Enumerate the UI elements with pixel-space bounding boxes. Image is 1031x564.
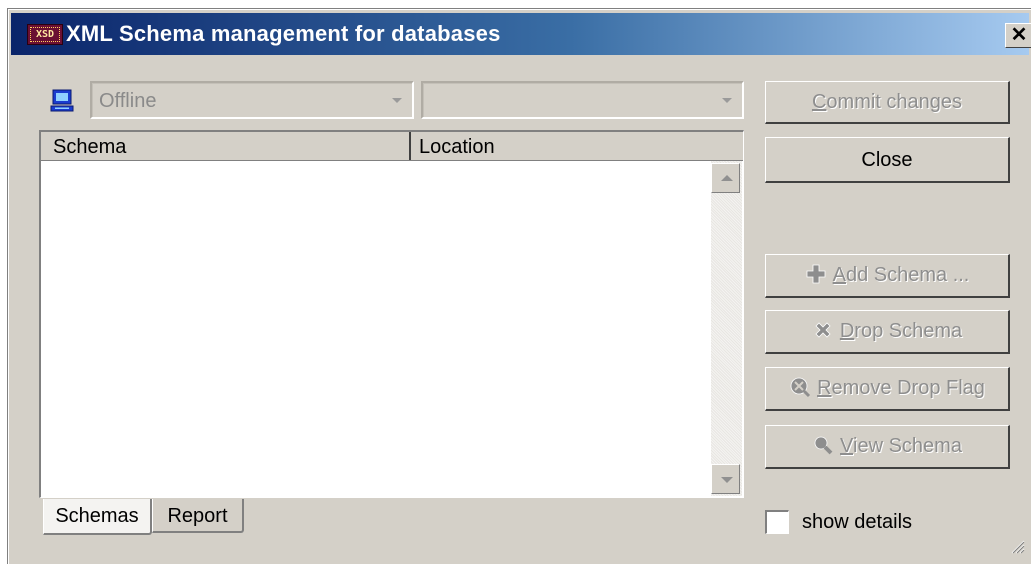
drop-icon (815, 322, 831, 338)
commit-mnemonic: C (811, 91, 827, 113)
commit-changes-button[interactable]: Commit changes (765, 81, 1010, 124)
schema-list[interactable]: Schema Location (39, 130, 744, 498)
show-details-label: show details (802, 511, 913, 533)
view-schema-button[interactable]: View Schema (765, 425, 1010, 469)
arrow-up-icon (721, 175, 733, 181)
add-label: dd Schema ... (845, 264, 970, 286)
xsd-app-icon: XSD (27, 24, 63, 45)
remove-flag-icon (790, 377, 811, 397)
title-bar[interactable]: XSD XML Schema management for databases … (11, 13, 1031, 55)
vertical-scrollbar[interactable] (711, 161, 742, 496)
connection-select[interactable]: Offline (90, 81, 414, 119)
drop-schema-button[interactable]: Drop Schema (765, 310, 1010, 354)
chevron-down-icon (722, 98, 732, 103)
view-mnemonic: V (840, 435, 854, 457)
view-label: iew Schema (853, 435, 962, 457)
remove-label: emove Drop Flag (831, 377, 985, 399)
window-title: XML Schema management for databases (66, 21, 501, 46)
close-window-button[interactable]: ✕ (1005, 23, 1031, 48)
remove-mnemonic: R (817, 377, 832, 399)
close-label: Close (861, 149, 913, 171)
scroll-down-button[interactable] (711, 464, 740, 494)
schema-list-header: Schema Location (41, 132, 743, 161)
magnifier-icon (814, 436, 833, 455)
close-button[interactable]: Close (765, 137, 1010, 183)
column-header-schema[interactable]: Schema (41, 132, 411, 160)
commit-label: ommit changes (826, 91, 963, 113)
connection-select-value: Offline (99, 90, 157, 112)
column-header-location[interactable]: Location (413, 132, 744, 160)
show-details-checkbox[interactable] (765, 510, 789, 534)
scroll-up-button[interactable] (711, 163, 740, 193)
resize-grip-icon[interactable] (1009, 538, 1025, 554)
arrow-down-icon (721, 477, 733, 483)
database-select[interactable] (421, 81, 744, 119)
tab-report[interactable]: Report (152, 499, 244, 533)
drop-mnemonic: D (839, 320, 855, 342)
drop-label: rop Schema (854, 320, 963, 342)
add-schema-button[interactable]: Add Schema ... (765, 254, 1010, 298)
chevron-down-icon (392, 98, 402, 103)
add-mnemonic: A (832, 264, 846, 286)
database-connection-icon (50, 89, 74, 112)
add-icon (806, 264, 826, 284)
remove-drop-flag-button[interactable]: Remove Drop Flag (765, 367, 1010, 411)
tab-schemas[interactable]: Schemas (43, 499, 152, 535)
